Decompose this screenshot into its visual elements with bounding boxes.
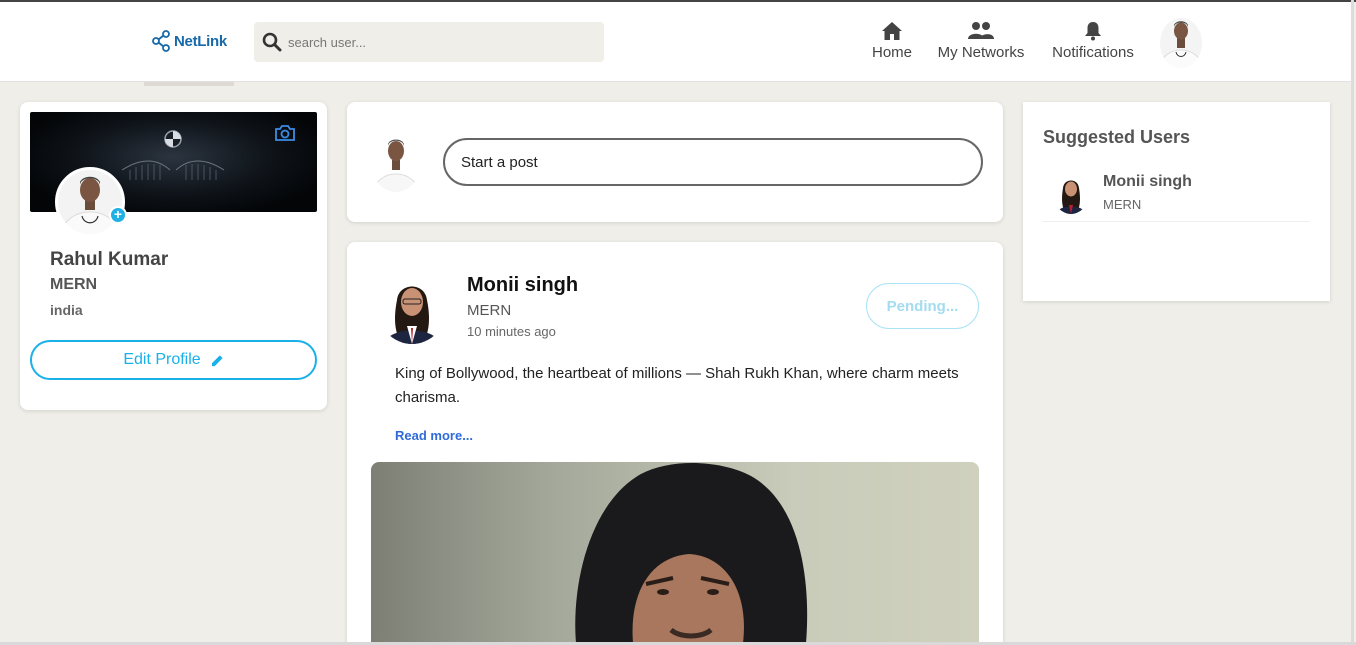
bell-icon: [1085, 22, 1101, 41]
pending-connection-button[interactable]: Pending...: [866, 283, 979, 329]
suggested-user-item[interactable]: Monii singh MERN: [1043, 170, 1309, 222]
search-bar: [254, 22, 604, 62]
post-author-name[interactable]: Monii singh: [467, 274, 578, 297]
profile-role: MERN: [50, 276, 98, 293]
search-icon: [262, 32, 282, 52]
search-input[interactable]: [288, 34, 588, 50]
brand-name: NetLink: [174, 32, 227, 50]
users-icon: [968, 22, 994, 39]
nav-notifications[interactable]: Notifications: [1044, 20, 1142, 61]
nav-my-networks-label: My Networks: [937, 44, 1025, 61]
suggested-user-avatar: [1053, 172, 1089, 214]
nav-my-networks[interactable]: My Networks: [930, 20, 1032, 61]
nav-home-label: Home: [871, 44, 912, 61]
suggested-user-name[interactable]: Monii singh: [1103, 173, 1192, 191]
navbar: NetLink Home My Networks Notifications: [0, 2, 1352, 82]
profile-avatar[interactable]: [55, 167, 125, 237]
window-scrollbar-track[interactable]: [1351, 0, 1354, 645]
post-author-avatar[interactable]: [377, 270, 447, 344]
author-avatar-image: [377, 270, 447, 344]
suggested-users-title: Suggested Users: [1043, 127, 1191, 147]
nav-notifications-label: Notifications: [1052, 44, 1134, 61]
profile-name: Rahul Kumar: [50, 249, 169, 270]
camera-icon[interactable]: [274, 124, 296, 142]
profile-location: india: [50, 302, 83, 318]
edit-profile-button[interactable]: Edit Profile: [30, 340, 317, 380]
add-photo-button[interactable]: +: [109, 206, 127, 224]
post-text: King of Bollywood, the heartbeat of mill…: [395, 365, 959, 406]
doctor-avatar-image: [371, 134, 421, 192]
active-nav-indicator: [144, 82, 234, 86]
nav-user-avatar[interactable]: [1160, 18, 1202, 68]
doctor-avatar-image: [58, 170, 122, 234]
doctor-avatar-image: [1160, 18, 1202, 68]
start-post-input[interactable]: Start a post: [443, 138, 983, 186]
edit-profile-label: Edit Profile: [123, 351, 201, 368]
plus-icon: +: [113, 206, 123, 222]
post-composer: Start a post: [347, 102, 1003, 222]
read-more-link[interactable]: Read more...: [395, 428, 473, 443]
post-image[interactable]: [371, 462, 979, 643]
profile-card: + Rahul Kumar MERN india Edit Profile: [20, 102, 327, 410]
author-avatar-image: [1053, 172, 1089, 214]
hooded-portrait-image: [575, 462, 808, 643]
home-icon: [882, 22, 902, 40]
pencil-icon: [211, 354, 223, 366]
suggested-users-card: Suggested Users Monii singh MERN: [1023, 102, 1330, 301]
feed-post: Monii singh MERN 10 minutes ago Pending.…: [347, 242, 1003, 645]
post-timestamp: 10 minutes ago: [467, 324, 556, 339]
logo[interactable]: NetLink: [152, 30, 227, 52]
share-nodes-icon: [152, 30, 170, 52]
nav-home[interactable]: Home: [868, 20, 916, 61]
post-author-role: MERN: [467, 302, 512, 319]
composer-avatar: [371, 134, 421, 192]
suggested-user-role: MERN: [1103, 197, 1142, 212]
